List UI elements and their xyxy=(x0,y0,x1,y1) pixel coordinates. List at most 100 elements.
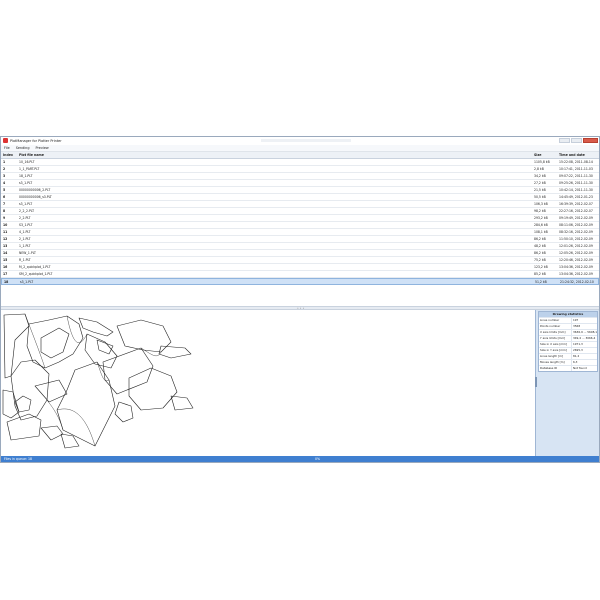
plot-file-table: Index Plot file name Size Time and date … xyxy=(1,152,599,306)
cell-size: 98,2 kB xyxy=(534,209,546,213)
cell-file-name: 2_2_2.PLT xyxy=(19,209,35,213)
cell-file-name: R_1.PLT xyxy=(19,258,31,262)
menu-preview[interactable]: Preview xyxy=(35,145,48,151)
table-row[interactable]: 13 1_1.PLT 48,2 kB 12:01:26, 2012-02-09 xyxy=(1,243,599,250)
table-row[interactable]: 9 2_2.PLT 293,2 kB 09:19:49, 2012-02-09 xyxy=(1,215,599,222)
drawing-statistics-panel: Drawing statistics Lines number 197 Points… xyxy=(538,311,598,372)
table-row[interactable]: 8 2_2_2.PLT 98,2 kB 22:27:16, 2012-02-07 xyxy=(1,208,599,215)
cell-index: 9 xyxy=(3,216,6,220)
cell-size: 2,8 kB xyxy=(534,167,544,171)
cell-file-name: 18_1.PLT xyxy=(19,174,33,178)
cell-index: 3 xyxy=(3,174,6,178)
cell-size: 21,5 kB xyxy=(534,188,546,192)
pattern-piece xyxy=(158,345,192,359)
cell-size: 86,2 kB xyxy=(534,251,546,255)
cell-time: 15:22:08, 2011-08-14 xyxy=(559,160,593,164)
cell-file-name: SM_2_quickplot_1.PLT xyxy=(19,272,53,276)
cell-file-name: 4_1.PLT xyxy=(19,230,31,234)
cell-file-name: 00000000006_2.PLT xyxy=(19,188,51,192)
cell-size: 86,2 kB xyxy=(534,237,546,241)
files-in-queue: Files in queue: 18 xyxy=(4,457,33,461)
cell-size: 51,2 kB xyxy=(535,280,547,284)
cell-file-name: 10_16.PLT xyxy=(19,160,35,164)
cell-index: 10 xyxy=(3,223,8,227)
cell-index: 6 xyxy=(3,195,6,199)
cell-index: 1 xyxy=(3,160,6,164)
table-row[interactable]: 7 s3_1.PLT 106,3 kB 16:39:39, 2012-02-07 xyxy=(1,201,599,208)
column-header-size[interactable]: Size xyxy=(534,152,541,158)
table-row[interactable]: 14 NEW_1.PLT 86,2 kB 12:05:26, 2012-02-09 xyxy=(1,250,599,257)
cell-index: 14 xyxy=(3,251,8,255)
table-row[interactable]: 4 s3_1.PLT 27,2 kB 09:25:26, 2011-11-30 xyxy=(1,180,599,187)
cell-time: 12:20:46, 2012-02-09 xyxy=(559,258,593,262)
pattern-piece xyxy=(6,413,42,441)
table-row[interactable]: 17 SM_2_quickplot_1.PLT 85,2 kB 13:04:36, 2… xyxy=(1,271,599,278)
minimize-button[interactable] xyxy=(559,138,570,143)
table-row[interactable]: 6 00000000006_s3.PLT 50,5 kB 14:45:49, 2012… xyxy=(1,194,599,201)
plot-preview[interactable] xyxy=(1,310,535,458)
plot-preview-drawing xyxy=(2,313,194,449)
pattern-piece xyxy=(10,359,50,421)
statistics-list: Lines number 197 Points number 3568 X axis l… xyxy=(539,317,597,371)
cell-index: 13 xyxy=(3,244,8,248)
cell-file-name: s3_1.PLT xyxy=(19,181,33,185)
column-header-name[interactable]: Plot file name xyxy=(19,152,44,158)
pattern-piece xyxy=(56,361,116,447)
table-row[interactable]: 5 00000000006_2.PLT 21,5 kB 10:42:14, 2011-… xyxy=(1,187,599,194)
column-header-time[interactable]: Time and date xyxy=(559,152,585,158)
cell-time: 22:27:16, 2012-02-07 xyxy=(559,209,593,213)
window-controls xyxy=(559,138,598,143)
maximize-button[interactable] xyxy=(571,138,582,143)
cell-file-name: 2_2.PLT xyxy=(19,216,31,220)
table-row[interactable]: 10 S3_1.PLT 284,6 kB 08:11:06, 2012-02-09 xyxy=(1,222,599,229)
cell-index: 5 xyxy=(3,188,6,192)
cell-index: 4 xyxy=(3,181,6,185)
cell-index: 16 xyxy=(3,265,8,269)
table-row[interactable]: 16 M_2_quickplot_1.PLT 123,2 kB 13:04:36, 2… xyxy=(1,264,599,271)
pattern-line xyxy=(66,315,88,343)
table-row[interactable]: 18 s3_1.PLT 51,2 kB 21:24:32, 2012-02-10 xyxy=(1,278,599,285)
table-row[interactable]: 1 10_16.PLT 1105,8 kB 15:22:08, 2011-08-14 xyxy=(1,159,599,166)
close-button[interactable] xyxy=(583,138,598,143)
cell-size: 1105,8 kB xyxy=(534,160,550,164)
cell-index: 18 xyxy=(4,280,9,284)
cell-file-name: NEW_1.PLT xyxy=(19,251,36,255)
column-header-index[interactable]: Index xyxy=(3,152,13,158)
cell-size: 34,2 kB xyxy=(534,174,546,178)
cell-size: 106,3 kB xyxy=(534,202,548,206)
pattern-piece xyxy=(14,395,32,413)
table-row[interactable]: 2 1_1_PART.PLT 2,8 kB 10:17:41, 2011-11-03 xyxy=(1,166,599,173)
pattern-line xyxy=(46,399,64,431)
cell-time: 08:32:16, 2012-02-09 xyxy=(559,230,593,234)
cell-time: 12:01:26, 2012-02-09 xyxy=(559,244,593,248)
progress-percent: 0% xyxy=(315,457,321,461)
cell-file-name: 2_1.PLT xyxy=(19,237,31,241)
table-row[interactable]: 11 4_1.PLT 108,1 kB 08:32:16, 2012-02-09 xyxy=(1,229,599,236)
table-row[interactable]: 12 2_1.PLT 86,2 kB 11:50:10, 2012-02-09 xyxy=(1,236,599,243)
cell-file-name: S3_1.PLT xyxy=(19,223,33,227)
table-row[interactable]: 3 18_1.PLT 34,2 kB 09:07:22, 2011-11-30 xyxy=(1,173,599,180)
cell-time: 09:19:49, 2012-02-09 xyxy=(559,216,593,220)
statistic-row: Database ID Not found xyxy=(539,365,597,371)
cell-file-name: 00000000006_s3.PLT xyxy=(19,195,52,199)
cell-index: 8 xyxy=(3,209,6,213)
menu-sending[interactable]: Sending xyxy=(16,145,30,151)
pattern-piece xyxy=(78,317,114,337)
cell-size: 293,2 kB xyxy=(534,216,548,220)
cell-time: 09:25:26, 2011-11-30 xyxy=(559,181,593,185)
cell-time: 10:42:14, 2011-11-30 xyxy=(559,188,593,192)
cell-time: 16:39:39, 2012-02-07 xyxy=(559,202,593,206)
cell-size: 284,6 kB xyxy=(534,223,548,227)
cell-time: 12:05:26, 2012-02-09 xyxy=(559,251,593,255)
pattern-piece xyxy=(34,379,68,403)
pattern-piece xyxy=(116,319,172,353)
cell-size: 85,2 kB xyxy=(534,272,546,276)
table-row[interactable]: 15 R_1.PLT 75,2 kB 12:20:46, 2012-02-09 xyxy=(1,257,599,264)
cell-index: 7 xyxy=(3,202,6,206)
cell-time: 14:45:49, 2012-01-23 xyxy=(559,195,593,199)
pattern-piece xyxy=(128,367,178,411)
pattern-piece xyxy=(170,395,194,411)
menu-file[interactable]: File xyxy=(4,145,10,151)
pattern-piece xyxy=(40,425,64,441)
sidebar-resize-handle[interactable] xyxy=(535,377,537,387)
